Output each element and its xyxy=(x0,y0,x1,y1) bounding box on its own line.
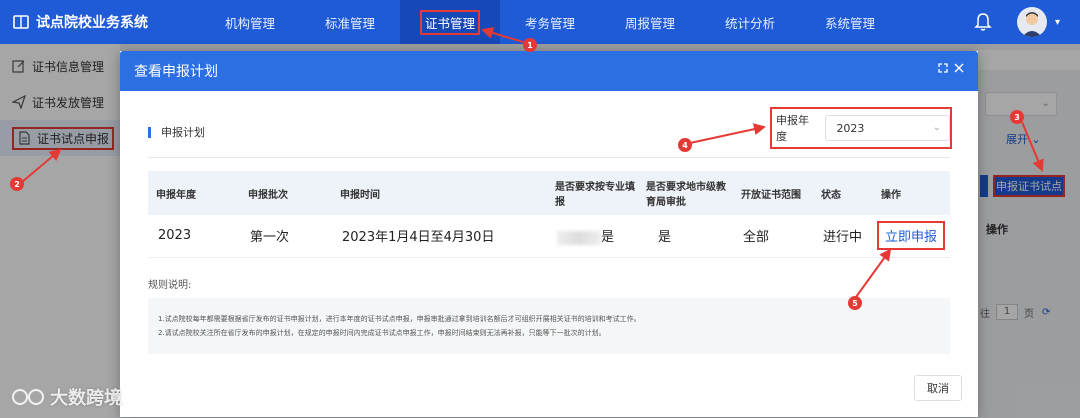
nav-label: 系统管理 xyxy=(824,15,875,31)
callout-badge: 2 xyxy=(10,177,24,191)
view-plan-modal: 查看申报计划 申报计划 申报年度 2023 ⌄ 申报年度 申报批次 申报时间 是… xyxy=(120,51,978,417)
app-title: 试点院校业务系统 xyxy=(36,15,148,31)
cell-time: 2023年1月4日至4月30日 xyxy=(332,215,547,258)
nav-label: 周报管理 xyxy=(624,15,675,31)
table-row: 2023 第一次 2023年1月4日至4月30日 是 是 全部 进行中 立即申报 xyxy=(148,215,950,258)
chevron-down-icon: ⌄ xyxy=(932,122,941,133)
nav-item-standard[interactable]: 标准管理 xyxy=(300,0,400,44)
by-major-value: 是 xyxy=(601,230,615,246)
callout-badge: 1 xyxy=(523,38,537,52)
nav-label: 考务管理 xyxy=(524,15,575,31)
col-header: 申报批次 xyxy=(240,171,332,215)
year-label: 申报年度 xyxy=(776,114,809,143)
col-header: 申报时间 xyxy=(332,171,547,215)
nav-label: 标准管理 xyxy=(324,15,375,31)
nav-item-system[interactable]: 系统管理 xyxy=(800,0,900,44)
close-icon[interactable] xyxy=(954,63,964,73)
modal-title: 查看申报计划 xyxy=(134,64,218,80)
fullscreen-icon[interactable] xyxy=(938,63,948,73)
watermark-logo-icon xyxy=(12,389,44,405)
col-header: 是否要求按专业填报 xyxy=(547,171,638,215)
cancel-button[interactable]: 取消 xyxy=(914,375,962,401)
rules-label: 规则说明: xyxy=(148,280,192,291)
blurred-area xyxy=(557,230,601,245)
cell-city-approval: 是 xyxy=(638,215,733,258)
year-filter: 申报年度 2023 ⌄ xyxy=(770,107,952,149)
cell-status: 进行中 xyxy=(813,215,873,258)
watermark-text: 大数跨境 xyxy=(50,388,122,409)
section-title: 申报计划 xyxy=(148,124,205,140)
nav-label: 机构管理 xyxy=(224,15,275,31)
section-title-text: 申报计划 xyxy=(161,126,205,139)
rule-item: 1.试点院校每年都需要根据省厅发布的证书申报计划，进行本年度的证书试点申报，申报… xyxy=(158,315,641,323)
nav-item-org[interactable]: 机构管理 xyxy=(200,0,300,44)
year-select[interactable]: 2023 ⌄ xyxy=(825,115,950,141)
callout-badge: 4 xyxy=(678,138,692,152)
nav-item-certificate[interactable]: 证书管理 xyxy=(400,0,500,44)
modal-header: 查看申报计划 xyxy=(120,51,978,91)
cell-by-major: 是 xyxy=(547,215,638,258)
nav-item-stats[interactable]: 统计分析 xyxy=(700,0,800,44)
cell-batch: 第一次 xyxy=(240,215,332,258)
col-header: 开放证书范围 xyxy=(733,171,813,215)
plan-table: 申报年度 申报批次 申报时间 是否要求按专业填报 是否要求地市级教育局审批 开放… xyxy=(148,171,950,258)
col-header: 状态 xyxy=(813,171,873,215)
apply-now-link[interactable]: 立即申报 xyxy=(877,221,946,251)
rule-item: 2.请试点院校关注所在省厅发布的申报计划，在规定的申报时间内完成证书试点申报工作… xyxy=(158,329,606,337)
cell-action: 立即申报 xyxy=(873,215,950,258)
nav-item-weekly[interactable]: 周报管理 xyxy=(600,0,700,44)
cell-year: 2023 xyxy=(148,215,240,258)
main-nav: 机构管理 标准管理 证书管理 考务管理 周报管理 统计分析 系统管理 xyxy=(200,0,900,44)
callout-badge: 3 xyxy=(1010,110,1024,124)
book-icon xyxy=(13,15,29,29)
modal-body: 申报计划 申报年度 2023 ⌄ 申报年度 申报批次 申报时间 是否要求按专业填… xyxy=(134,91,964,377)
section-bar xyxy=(148,126,151,138)
app-logo: 试点院校业务系统 xyxy=(0,12,200,32)
divider xyxy=(148,157,950,158)
nav-label: 证书管理 xyxy=(419,9,480,35)
chevron-down-icon[interactable]: ▾ xyxy=(1055,17,1060,28)
user-avatar[interactable] xyxy=(1016,7,1047,37)
nav-label: 统计分析 xyxy=(724,15,775,31)
top-navbar: 试点院校业务系统 机构管理 标准管理 证书管理 考务管理 周报管理 统计分析 系… xyxy=(0,0,1080,44)
year-select-value: 2023 xyxy=(836,121,865,135)
col-header: 是否要求地市级教育局审批 xyxy=(638,171,733,215)
col-header: 操作 xyxy=(873,171,950,215)
col-header: 申报年度 xyxy=(148,171,240,215)
cell-scope: 全部 xyxy=(733,215,813,258)
rules-box: 1.试点院校每年都需要根据省厅发布的证书申报计划，进行本年度的证书试点申报，申报… xyxy=(148,298,950,354)
callout-badge: 5 xyxy=(848,296,862,310)
nav-item-exam[interactable]: 考务管理 xyxy=(500,0,600,44)
table-header-row: 申报年度 申报批次 申报时间 是否要求按专业填报 是否要求地市级教育局审批 开放… xyxy=(148,171,950,215)
watermark: 大数跨境 xyxy=(10,384,122,410)
notification-bell-icon[interactable] xyxy=(967,6,999,38)
